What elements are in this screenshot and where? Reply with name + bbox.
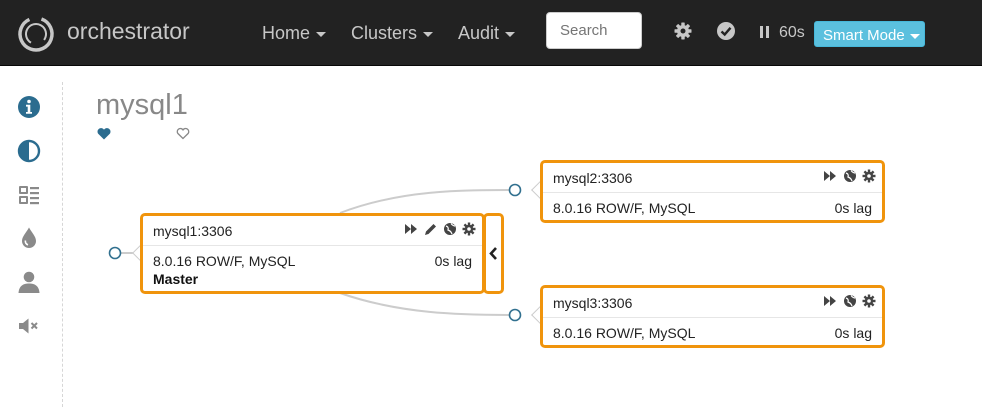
node-version: 8.0.16 ROW/F, MySQL	[153, 253, 296, 269]
instance-node-mysql3[interactable]: mysql3:3306 8.0.16 ROW/F, MySQL 0s lag	[540, 285, 885, 348]
collapse-children-button[interactable]	[483, 213, 504, 294]
gear-icon[interactable]	[462, 221, 476, 237]
node-version: 8.0.16 ROW/F, MySQL	[553, 200, 696, 216]
node-anchor-circle[interactable]	[508, 183, 522, 197]
forward-icon[interactable]	[823, 293, 837, 309]
node-anchor-circle[interactable]	[508, 308, 522, 322]
node-name[interactable]: mysql2:3306	[553, 170, 632, 186]
node-lag: 0s lag	[834, 325, 872, 341]
node-actions	[403, 221, 476, 237]
node-lag: 0s lag	[834, 200, 872, 216]
chevron-left-icon	[489, 247, 497, 260]
globe-icon[interactable]	[843, 168, 857, 184]
globe-icon[interactable]	[843, 293, 857, 309]
globe-icon[interactable]	[443, 221, 457, 237]
gear-icon[interactable]	[862, 168, 876, 184]
gear-icon[interactable]	[862, 293, 876, 309]
node-name[interactable]: mysql1:3306	[153, 223, 232, 239]
node-actions	[822, 168, 876, 184]
node-anchor-circle[interactable]	[108, 246, 122, 260]
pencil-icon[interactable]	[423, 221, 437, 237]
node-actions	[822, 293, 876, 309]
node-name[interactable]: mysql3:3306	[553, 295, 632, 311]
instance-node-mysql2[interactable]: mysql2:3306 8.0.16 ROW/F, MySQL 0s lag	[540, 160, 885, 223]
node-header: mysql2:3306	[543, 163, 882, 193]
instance-node-mysql1[interactable]: mysql1:3306 8.0.16 ROW/F, MySQL 0s lag M…	[140, 213, 485, 294]
node-header: mysql1:3306	[143, 216, 482, 246]
node-role: Master	[153, 271, 199, 287]
node-header: mysql3:3306	[543, 288, 882, 318]
forward-icon[interactable]	[823, 168, 837, 184]
node-lag: 0s lag	[434, 253, 472, 269]
forward-icon[interactable]	[404, 221, 418, 237]
node-version: 8.0.16 ROW/F, MySQL	[553, 325, 696, 341]
